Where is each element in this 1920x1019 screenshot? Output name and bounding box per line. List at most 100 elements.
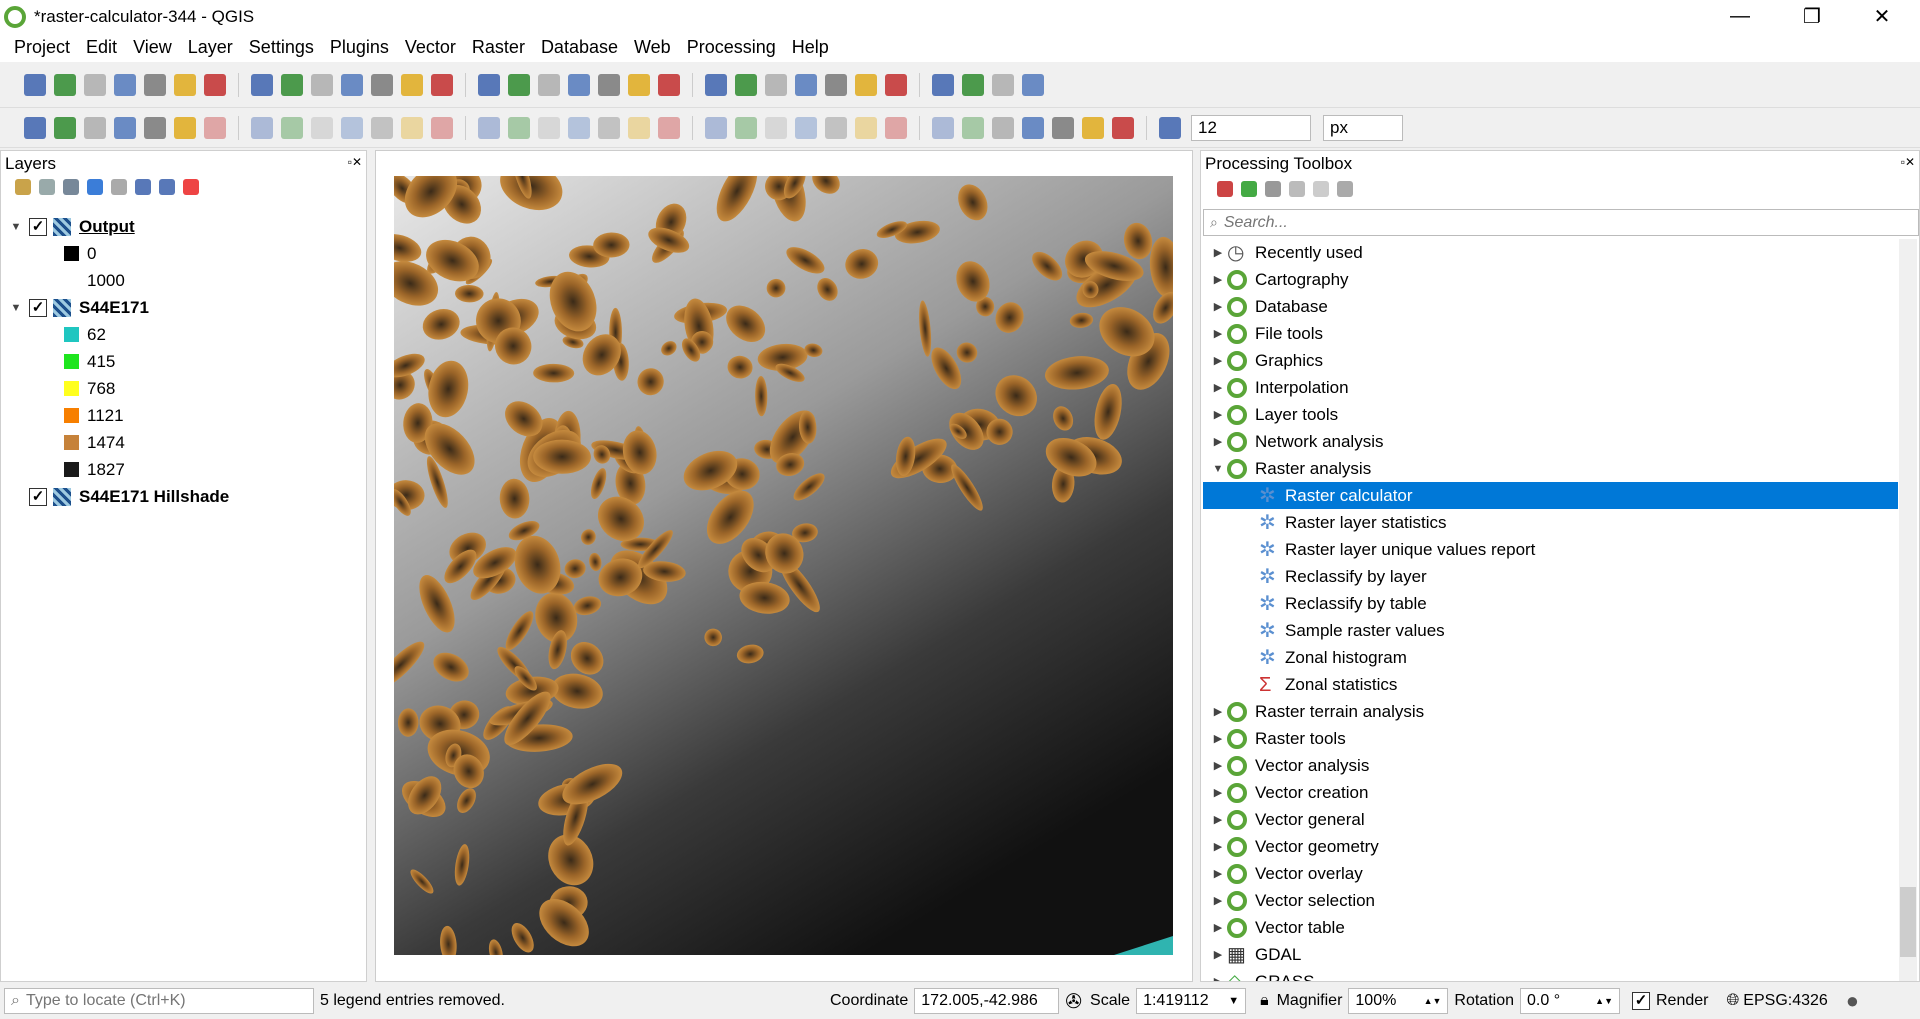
measure-icon[interactable] [962, 73, 984, 96]
add-group-icon[interactable] [39, 179, 55, 195]
zoom-native-icon[interactable] [371, 73, 393, 96]
toolbox-item[interactable]: Σ Zonal statistics [1203, 671, 1898, 698]
snapping-unit-dropdown[interactable]: px [1323, 114, 1403, 141]
expand-arrow-icon[interactable]: ▼ [9, 221, 23, 233]
expand-arrow-icon[interactable]: ▶ [1209, 435, 1227, 448]
menu-view[interactable]: View [125, 37, 180, 58]
reshape-icon[interactable] [765, 116, 787, 139]
locator-bar[interactable]: ⌕ [4, 988, 314, 1014]
toolbox-item[interactable]: ▶ Raster terrain analysis [1203, 698, 1898, 725]
expand-arrow-icon[interactable]: ▶ [1209, 408, 1227, 421]
menu-settings[interactable]: Settings [241, 37, 322, 58]
crs-globe-icon[interactable]: 🌐︎ [1726, 992, 1739, 1010]
toolbox-item[interactable]: ✲ Reclassify by layer [1203, 563, 1898, 590]
deselect-icon[interactable] [795, 73, 817, 96]
expand-arrow-icon[interactable]: ▶ [1209, 273, 1227, 286]
redo-icon[interactable] [538, 116, 560, 139]
close-button[interactable]: ✕ [1852, 0, 1912, 33]
expand-arrow-icon[interactable]: ▶ [1209, 786, 1227, 799]
toolbox-item[interactable]: ▶ File tools [1203, 320, 1898, 347]
spinner-icon[interactable]: ▲▼ [1595, 996, 1613, 1006]
menu-web[interactable]: Web [626, 37, 679, 58]
delete-ring-icon[interactable] [705, 116, 727, 139]
open-project-icon[interactable] [54, 73, 76, 96]
modify-attributes-icon[interactable] [341, 116, 363, 139]
add-feature-icon[interactable] [281, 116, 303, 139]
toolbox-item[interactable]: ✲ Raster layer statistics [1203, 509, 1898, 536]
save-project-icon[interactable] [84, 73, 106, 96]
toolbox-item[interactable]: ▶ Vector general [1203, 806, 1898, 833]
identify-icon[interactable] [705, 73, 727, 96]
expand-all-icon[interactable] [135, 179, 151, 195]
merge-icon[interactable] [885, 116, 907, 139]
expand-arrow-icon[interactable]: ▶ [1209, 327, 1227, 340]
filter-icon[interactable] [87, 179, 103, 195]
toolbox-item[interactable]: ▶ Vector selection [1203, 887, 1898, 914]
history-icon[interactable] [1265, 181, 1281, 197]
current-edits-icon[interactable] [174, 116, 196, 139]
messages-icon[interactable]: ● [1846, 988, 1859, 1014]
toolbox-item[interactable]: ✲ Raster calculator [1203, 482, 1898, 509]
new-project-icon[interactable] [24, 73, 46, 96]
rotation-spinbox[interactable]: 0.0 ° ▲▼ [1520, 988, 1620, 1014]
toolbox-item[interactable]: ▶ Vector table [1203, 914, 1898, 941]
toolbox-item[interactable]: ✲ Reclassify by table [1203, 590, 1898, 617]
split-parts-icon[interactable] [855, 116, 877, 139]
coordinate-field[interactable]: 172.005,-42.986 [914, 988, 1060, 1014]
toolbox-item[interactable]: ✲ Zonal histogram [1203, 644, 1898, 671]
expand-arrow-icon[interactable]: ▶ [1209, 975, 1227, 981]
scale-dropdown[interactable]: 1:419112 ▼ [1136, 988, 1247, 1014]
actions-icon[interactable] [735, 73, 757, 96]
toolbox-item[interactable]: ▼ Raster analysis [1203, 455, 1898, 482]
layout-manager-icon[interactable] [174, 73, 196, 96]
render-checkbox[interactable]: ✓ [1632, 992, 1650, 1010]
search-input[interactable] [1223, 213, 1874, 232]
new-vertex-icon[interactable] [84, 116, 106, 139]
expand-arrow-icon[interactable]: ▶ [1209, 840, 1227, 853]
menu-database[interactable]: Database [533, 37, 626, 58]
maximize-button[interactable]: ❐ [1782, 0, 1842, 33]
magnifier-spinbox[interactable]: 100% ▲▼ [1348, 988, 1449, 1014]
copy-icon[interactable] [431, 116, 453, 139]
toolbox-item[interactable]: ▶ ▦ GDAL [1203, 941, 1898, 968]
pan-to-selection-icon[interactable] [281, 73, 303, 96]
minimize-button[interactable]: — [1710, 0, 1770, 33]
add-raster-layer-icon[interactable] [54, 116, 76, 139]
menu-project[interactable]: Project [6, 37, 78, 58]
add-part-icon[interactable] [628, 116, 650, 139]
processing-toolbox-icon[interactable] [885, 73, 907, 96]
layer-tree-item[interactable]: 1474 [64, 429, 125, 456]
zoom-to-selection-icon[interactable] [431, 73, 453, 96]
locator-input[interactable] [25, 992, 286, 1010]
split-icon[interactable] [825, 116, 847, 139]
expand-arrow-icon[interactable]: ▶ [1209, 354, 1227, 367]
layer-tree-item[interactable]: 1827 [64, 456, 125, 483]
toolbox-item[interactable]: ▶ Graphics [1203, 347, 1898, 374]
layer-tree-item[interactable]: ✓ S44E171 Hillshade [9, 483, 229, 510]
toolbox-item[interactable]: ▶ Layer tools [1203, 401, 1898, 428]
layer-visibility-checkbox[interactable]: ✓ [29, 217, 47, 236]
expand-arrow-icon[interactable]: ▶ [1209, 867, 1227, 880]
expand-arrow-icon[interactable]: ▼ [9, 302, 23, 314]
zoom-out-icon[interactable] [341, 73, 363, 96]
snapping-mode-icon[interactable] [1159, 116, 1181, 139]
expand-arrow-icon[interactable]: ▶ [1209, 894, 1227, 907]
show-bookmarks-icon[interactable] [598, 73, 620, 96]
offset-curve-icon[interactable] [795, 116, 817, 139]
panel-float-close-icon[interactable]: ▫✕ [348, 155, 362, 169]
pan-icon[interactable] [251, 73, 273, 96]
zoom-to-layer-icon[interactable] [478, 73, 500, 96]
spatial-bookmarks-icon[interactable] [628, 73, 650, 96]
filter-legend-icon[interactable] [111, 179, 127, 195]
rotate-point-icon[interactable] [962, 116, 984, 139]
refresh-icon[interactable] [658, 73, 680, 96]
expand-arrow-icon[interactable]: ▶ [1209, 921, 1227, 934]
collapse-all-icon[interactable] [159, 179, 175, 195]
zoom-full-icon[interactable] [401, 73, 423, 96]
toolbox-item[interactable]: ▶ ◷ Recently used [1203, 239, 1898, 266]
delete-selected-icon[interactable] [371, 116, 393, 139]
rotate-icon[interactable] [1022, 116, 1044, 139]
new-mesh-icon[interactable] [144, 116, 166, 139]
toolbox-item[interactable]: ✲ Raster layer unique values report [1203, 536, 1898, 563]
remove-layer-icon[interactable] [183, 179, 199, 195]
